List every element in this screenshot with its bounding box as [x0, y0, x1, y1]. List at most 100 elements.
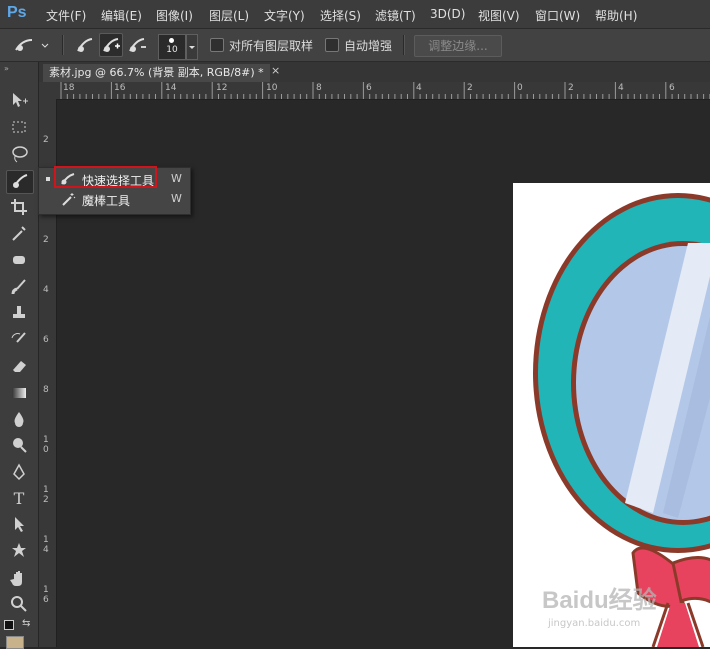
- highlight-box: [54, 166, 157, 188]
- brush-size-picker[interactable]: 10: [158, 34, 186, 60]
- default-colors-icon[interactable]: [4, 620, 14, 630]
- zoom-icon: [11, 596, 27, 612]
- blur-tool[interactable]: [6, 409, 32, 431]
- menu-help[interactable]: 帮助(H): [595, 7, 637, 24]
- menu-window[interactable]: 窗口(W): [535, 7, 580, 24]
- ruler-label: 1 0: [43, 435, 49, 455]
- ruler-label: 4: [43, 285, 49, 295]
- document-tab-bar: 素材.jpg @ 66.7% (背景 副本, RGB/8#) * ×: [39, 62, 710, 82]
- eyedropper-icon: [12, 226, 26, 241]
- brush-size-dropdown[interactable]: [186, 34, 198, 60]
- crop-icon: [11, 199, 27, 215]
- subtract-from-selection-button[interactable]: [126, 34, 148, 56]
- ruler-label: 1 2: [43, 485, 49, 505]
- tool-preset-picker[interactable]: [10, 34, 50, 56]
- foreground-color-swatch[interactable]: [6, 636, 24, 649]
- brush-add-icon: [103, 38, 120, 52]
- mirror-illustration: [533, 193, 710, 647]
- brush-tip-icon: [169, 38, 174, 43]
- brush-subtract-icon: [129, 38, 146, 52]
- menu-filter[interactable]: 滤镜(T): [375, 7, 416, 24]
- ruler-label: 6: [43, 335, 49, 345]
- menu-layer[interactable]: 图层(L): [209, 7, 249, 24]
- brush-size-value: 10: [166, 45, 178, 55]
- refine-edge-button[interactable]: 调整边缘...: [414, 35, 502, 57]
- marquee-icon: [12, 121, 26, 133]
- menu-file[interactable]: 文件(F): [46, 7, 86, 24]
- ruler-label: 2: [43, 235, 49, 245]
- crop-tool[interactable]: [6, 197, 32, 219]
- menu-image[interactable]: 图像(I): [156, 7, 193, 24]
- dodge-tool[interactable]: [6, 435, 32, 457]
- blur-drop-icon: [14, 412, 24, 427]
- toolbox: » T ⇆: [0, 62, 39, 649]
- custom-shape-icon: [12, 543, 26, 557]
- brush-tool[interactable]: [6, 277, 32, 299]
- sample-all-layers-label: 对所有图层取样: [229, 39, 314, 53]
- document-image[interactable]: [513, 183, 710, 647]
- quick-selection-icon: [15, 39, 49, 51]
- ruler-label: 1 6: [43, 585, 49, 605]
- selected-bullet-icon: [46, 177, 50, 181]
- add-to-selection-button[interactable]: [99, 33, 123, 57]
- brush-icon: [11, 279, 26, 295]
- watermark-brand: Baidu经验: [542, 586, 657, 614]
- flyout-item-magic-wand[interactable]: 魔棒工具 W: [39, 189, 190, 209]
- photoshop-logo: Ps: [7, 4, 27, 21]
- move-icon: [13, 93, 28, 107]
- zoom-tool[interactable]: [6, 594, 32, 616]
- new-selection-button[interactable]: [74, 34, 96, 56]
- ruler-label: 1 4: [43, 535, 49, 555]
- path-selection-icon: [15, 517, 24, 532]
- eraser-tool[interactable]: [6, 356, 32, 378]
- watermark-url: jingyan.baidu.com: [547, 618, 640, 629]
- marquee-tool[interactable]: [6, 117, 32, 139]
- gradient-icon: [12, 388, 26, 398]
- separator: [403, 35, 405, 55]
- chevron-down-icon: [189, 46, 195, 49]
- path-selection-tool[interactable]: [6, 514, 32, 536]
- lasso-tool[interactable]: [6, 144, 32, 166]
- menu-select[interactable]: 选择(S): [320, 7, 361, 24]
- horizontal-ruler: 18 16 14 12 10 8 6 4 2 0 2 4 6: [57, 82, 710, 100]
- healing-tool[interactable]: [6, 250, 32, 272]
- auto-enhance-checkbox[interactable]: [325, 38, 339, 52]
- stamp-tool[interactable]: [6, 303, 32, 325]
- ruler-label: 8: [43, 385, 49, 395]
- flyout-item-shortcut: W: [171, 172, 182, 185]
- hand-tool[interactable]: [6, 568, 32, 590]
- menu-bar: Ps 文件(F) 编辑(E) 图像(I) 图层(L) 文字(Y) 选择(S) 滤…: [0, 0, 710, 29]
- eyedropper-tool[interactable]: [6, 223, 32, 245]
- baidu-paw-logo: Baidu经验 jingyan.baidu.com: [542, 586, 657, 629]
- menu-edit[interactable]: 编辑(E): [101, 7, 142, 24]
- close-tab-icon[interactable]: ×: [271, 64, 280, 77]
- watermark: Baidu经验 jingyan.baidu.com: [540, 580, 705, 630]
- history-brush-tool[interactable]: [6, 330, 32, 352]
- brush-new-icon: [77, 38, 93, 52]
- ruler-ticks: [60, 82, 710, 99]
- magic-wand-icon: [62, 193, 76, 206]
- separator: [62, 35, 64, 55]
- collapse-icon[interactable]: »: [4, 64, 9, 73]
- lasso-icon: [12, 146, 28, 163]
- menu-type[interactable]: 文字(Y): [264, 7, 305, 24]
- history-brush-icon: [11, 332, 26, 343]
- shape-tool[interactable]: [6, 540, 32, 562]
- quick-selection-tool[interactable]: [6, 170, 34, 194]
- ruler-label: 2: [43, 135, 49, 145]
- pen-tool[interactable]: [6, 462, 32, 484]
- type-tool[interactable]: T: [6, 488, 32, 510]
- sample-all-layers-checkbox[interactable]: [210, 38, 224, 52]
- quick-selection-icon: [13, 174, 28, 188]
- gradient-tool[interactable]: [6, 383, 32, 405]
- flyout-item-shortcut: W: [171, 192, 182, 205]
- menu-3d[interactable]: 3D(D): [430, 7, 465, 21]
- move-tool[interactable]: [6, 90, 32, 112]
- document-tab[interactable]: 素材.jpg @ 66.7% (背景 副本, RGB/8#) *: [43, 64, 270, 82]
- swap-colors-icon[interactable]: ⇆: [22, 618, 30, 629]
- menu-view[interactable]: 视图(V): [478, 7, 520, 24]
- clone-stamp-icon: [13, 306, 25, 318]
- ruler-corner: [39, 82, 57, 99]
- auto-enhance-label: 自动增强: [344, 39, 393, 53]
- eraser-icon: [13, 361, 26, 372]
